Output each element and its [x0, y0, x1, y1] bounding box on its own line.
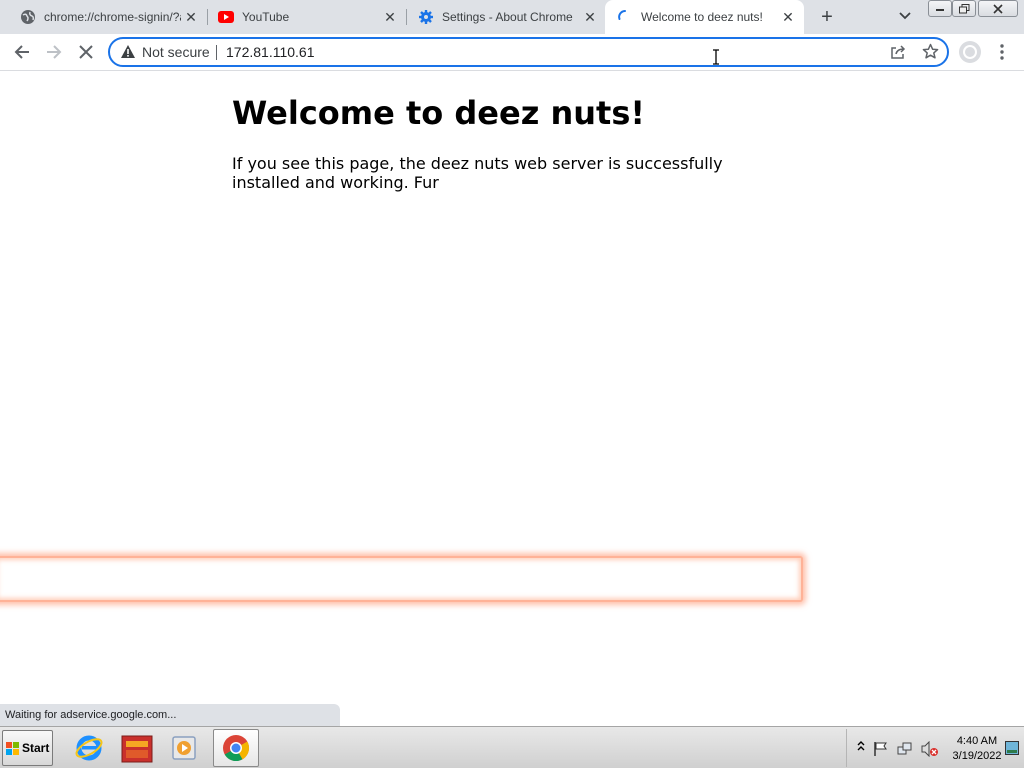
show-hidden-icons-chevron-icon[interactable]: [857, 739, 865, 757]
chrome-icon[interactable]: [213, 729, 259, 767]
internet-explorer-icon[interactable]: [66, 729, 112, 767]
minimize-button[interactable]: [928, 0, 952, 17]
text-cursor-icon: [713, 49, 719, 65]
action-center-flag-icon[interactable]: [873, 741, 889, 762]
tab-welcome-active[interactable]: Welcome to deez nuts! ✕: [605, 0, 804, 34]
tab-search-chevron-icon[interactable]: [894, 5, 916, 27]
security-status-label[interactable]: Not secure: [142, 44, 210, 60]
status-bubble: Waiting for adservice.google.com...: [0, 704, 340, 726]
new-tab-button[interactable]: +: [814, 4, 840, 30]
browser-toolbar: Not secure 172.81.110.61: [0, 34, 1024, 71]
stop-loading-button[interactable]: [72, 38, 100, 66]
loading-spinner-icon: [617, 9, 633, 25]
tab-title: Settings - About Chrome: [442, 10, 573, 24]
globe-icon: [20, 9, 36, 25]
tab-settings[interactable]: Settings - About Chrome ✕: [398, 0, 606, 34]
file-manager-icon[interactable]: [114, 729, 160, 767]
web-page-content: Welcome to deez nuts! If you see this pa…: [0, 72, 1024, 726]
close-tab-icon[interactable]: ✕: [778, 7, 798, 27]
tab-title: YouTube: [242, 10, 290, 24]
start-button[interactable]: Start: [2, 730, 53, 766]
url-text[interactable]: 172.81.110.61: [226, 44, 315, 60]
address-bar[interactable]: Not secure 172.81.110.61: [108, 37, 949, 67]
clock[interactable]: 4:40 AM 3/19/2022: [947, 734, 1007, 764]
taskbar: Start 4:40 AM 3/19/2022: [0, 726, 1024, 768]
screen: chrome://chrome-signin/?ac ✕ YouTube ✕ S…: [0, 0, 1024, 768]
clock-time: 4:40 AM: [956, 735, 998, 747]
tab-strip: chrome://chrome-signin/?ac ✕ YouTube ✕ S…: [0, 0, 1024, 34]
close-tab-icon[interactable]: ✕: [580, 7, 600, 27]
highlighted-input-box[interactable]: [0, 556, 803, 602]
youtube-icon: [218, 9, 234, 25]
show-desktop-icon[interactable]: [1005, 741, 1019, 760]
omnibox-divider: [216, 45, 217, 60]
volume-muted-icon[interactable]: [921, 740, 939, 762]
restore-button[interactable]: [952, 0, 976, 17]
menu-kebab-icon[interactable]: [988, 38, 1016, 66]
tab-title: chrome://chrome-signin/?ac: [44, 10, 181, 24]
tab-youtube[interactable]: YouTube ✕: [198, 0, 406, 34]
profile-avatar-icon[interactable]: [956, 38, 984, 66]
close-tab-icon[interactable]: ✕: [380, 7, 400, 27]
warning-triangle-icon[interactable]: [120, 44, 136, 64]
forward-button[interactable]: [40, 38, 68, 66]
back-button[interactable]: [8, 38, 36, 66]
share-icon[interactable]: [890, 44, 906, 65]
page-paragraph: If you see this page, the deez nuts web …: [232, 154, 723, 192]
start-label: Start: [22, 741, 50, 755]
tab-title: Welcome to deez nuts!: [641, 10, 763, 24]
clock-date: 3/19/2022: [952, 750, 1002, 762]
network-icon[interactable]: [897, 741, 913, 762]
windows-logo-icon: [6, 741, 19, 755]
tab-chrome-signin[interactable]: chrome://chrome-signin/?ac ✕: [0, 0, 207, 34]
page-heading: Welcome to deez nuts!: [232, 94, 645, 132]
bookmark-star-icon[interactable]: [922, 43, 939, 65]
media-player-icon[interactable]: [162, 729, 208, 767]
system-tray: 4:40 AM 3/19/2022: [846, 729, 1022, 767]
close-window-button[interactable]: [978, 0, 1018, 17]
settings-gear-icon: [418, 9, 434, 25]
